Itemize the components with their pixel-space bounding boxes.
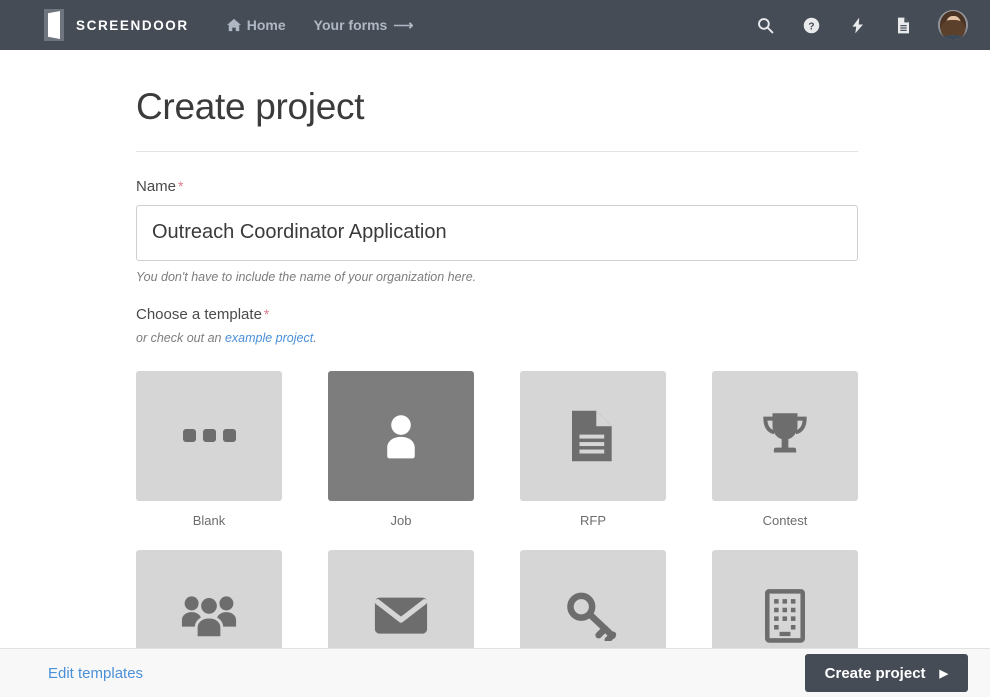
key-icon [567,592,617,641]
template-card-job[interactable]: Job [328,370,474,528]
brand-name[interactable]: SCREENDOOR [76,18,189,33]
template-note-suffix: . [313,330,317,345]
template-required-marker: * [263,305,270,322]
lightning-bolt-icon[interactable] [834,0,880,50]
top-navbar: SCREENDOOR Home Your forms ⟶ ? [0,0,990,50]
name-field-label-text: Name [136,177,177,195]
nav-link-your-forms[interactable]: Your forms ⟶ [314,17,414,34]
page-title: Create project [136,86,365,127]
envelope-icon [374,597,428,634]
help-circle-icon[interactable]: ? [788,0,834,50]
name-required-marker: * [178,177,184,194]
person-icon [387,414,415,458]
home-icon [226,18,241,32]
template-tile-access[interactable] [520,549,666,648]
footer-action-bar: Edit templates Create project ▶ [0,648,990,697]
project-name-input[interactable] [136,204,858,261]
create-project-form: Create project Name* You don't have to i… [0,50,858,648]
navbar-links: Home Your forms ⟶ [226,17,442,34]
document-icon [572,410,612,461]
template-label-job: Job [390,512,412,528]
main-content: Create project Name* You don't have to i… [0,50,990,648]
document-icon[interactable] [880,0,926,50]
template-card-rfp[interactable]: RFP [520,370,666,528]
template-note-prefix: or check out an [136,330,225,345]
template-tile-rfp[interactable] [520,370,666,501]
template-card-access[interactable]: Access [520,549,666,648]
nav-link-home[interactable]: Home [226,17,286,33]
edit-templates-link[interactable]: Edit templates [48,665,143,682]
navbar-right: ? [742,0,990,50]
template-sub-note: or check out an example project. [136,331,722,345]
name-help-text: You don't have to include the name of yo… [136,269,477,284]
template-section-label: Choose a template * [136,306,722,323]
template-tile-job[interactable] [328,370,474,501]
people-icon [181,594,237,639]
template-tile-contest[interactable] [712,370,858,501]
template-card-contest[interactable]: Contest [712,370,858,528]
caret-right-icon: ▶ [939,667,948,680]
template-card-blank[interactable]: Blank [136,370,282,528]
template-section-label-text: Choose a template [136,305,262,323]
nav-link-home-label: Home [246,17,286,33]
door-logo-icon[interactable] [44,9,64,41]
example-project-link[interactable]: example project [225,331,313,345]
template-label-rfp: RFP [580,512,606,528]
template-grid: Blank Job RFP Contest [136,370,858,648]
navbar-left: SCREENDOOR Home Your forms ⟶ [0,9,441,41]
template-card-agency[interactable]: Agency [712,549,858,648]
template-tile-agency[interactable] [712,549,858,648]
ellipsis-icon [182,429,236,443]
user-avatar[interactable] [938,10,968,40]
template-card-email[interactable]: Email [328,549,474,648]
name-field-label: Name * [136,178,722,195]
template-label-blank: Blank [192,512,226,528]
create-project-button[interactable]: Create project ▶ [804,654,968,692]
template-card-group[interactable]: Group [136,549,282,648]
title-divider [136,150,858,152]
template-tile-email[interactable] [328,549,474,648]
create-project-button-label: Create project [824,664,926,682]
template-tile-group[interactable] [136,549,282,648]
nav-link-your-forms-label: Your forms [313,17,388,33]
arrow-right-icon: ⟶ [393,16,414,33]
template-tile-blank[interactable] [136,370,282,501]
template-label-contest: Contest [762,512,808,528]
search-icon[interactable] [742,0,788,50]
svg-text:?: ? [808,21,814,32]
trophy-icon [763,412,807,453]
building-icon [765,588,806,643]
